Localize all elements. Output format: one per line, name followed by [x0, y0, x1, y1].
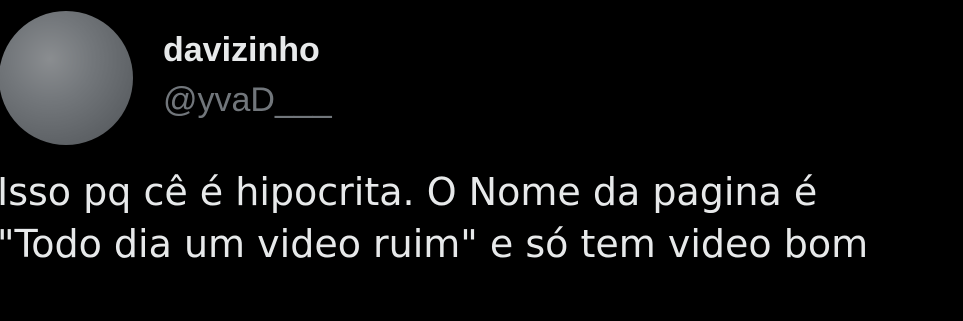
author-handle[interactable]: @yvaD___	[163, 80, 332, 120]
tweet-text-line: Isso pq cê é hipocrita. O Nome da pagina…	[0, 170, 818, 214]
tweet-card: davizinho @yvaD___ Isso pq cê é hipocrit…	[0, 0, 963, 321]
avatar[interactable]	[0, 11, 133, 145]
author-display-name[interactable]: davizinho	[163, 30, 320, 70]
tweet-text: Isso pq cê é hipocrita. O Nome da pagina…	[0, 166, 963, 270]
tweet-text-line: "Todo dia um video ruim" e só tem video …	[0, 222, 869, 266]
